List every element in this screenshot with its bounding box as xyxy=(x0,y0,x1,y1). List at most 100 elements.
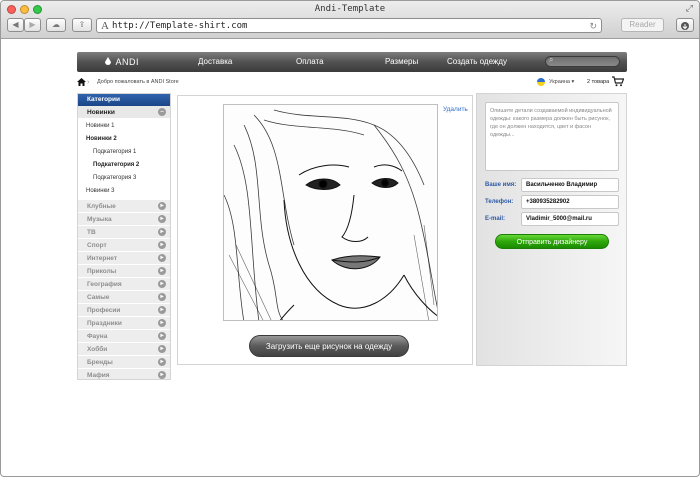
expand-icon[interactable]: ▸ xyxy=(158,319,166,327)
sidebar-item-label: Музыка xyxy=(87,216,112,223)
sidebar-category-item[interactable]: География ▸ xyxy=(78,278,170,291)
expand-icon[interactable]: ▸ xyxy=(158,267,166,275)
portrait-sketch-image xyxy=(224,105,437,320)
phone-label: Телефон: xyxy=(485,199,514,205)
sidebar-category-item[interactable]: Музыка ▸ xyxy=(78,213,170,226)
sidebar-category-item[interactable]: Праздники ▸ xyxy=(78,317,170,330)
send-to-designer-button[interactable]: Отправить дизайнеру xyxy=(495,234,609,249)
subcategory-item[interactable]: Подкатегория 2 xyxy=(78,159,170,172)
sidebar-item-label: Новинки xyxy=(87,109,115,116)
breadcrumb-separator: › xyxy=(87,79,90,86)
subcategory-item[interactable]: Подкатегория 1 xyxy=(78,146,170,159)
sidebar-category-item[interactable]: Самые ▸ xyxy=(78,291,170,304)
expand-icon[interactable]: ▸ xyxy=(158,293,166,301)
search-icon: ⌕ xyxy=(549,55,554,64)
sidebar-category-item[interactable]: Мафия ▸ xyxy=(78,369,170,382)
url-text: http://Template-shirt.com xyxy=(112,21,248,31)
subcategory-list: Новинки 1 Новинки 2 Подкатегория 1 Подкатег… xyxy=(78,119,170,200)
reader-button[interactable]: Reader xyxy=(621,18,664,32)
share-icon[interactable]: ⇪ xyxy=(72,18,92,32)
nav-delivery[interactable]: Доставка xyxy=(198,52,232,72)
email-label: E-mail: xyxy=(485,216,506,222)
order-form: Опишите детали создаваемой индивидуально… xyxy=(476,93,627,366)
flag-icon xyxy=(537,78,545,86)
cart-count[interactable]: 2 товара xyxy=(587,79,609,85)
home-icon[interactable] xyxy=(77,78,86,86)
nav-sizes[interactable]: Размеры xyxy=(385,52,418,72)
window-title: Andi-Template xyxy=(314,4,386,14)
design-canvas: Загрузить еще рисунок на одежду Удалить xyxy=(177,95,473,365)
reload-icon[interactable]: ↻ xyxy=(589,19,597,33)
country-select[interactable]: Украина ▾ xyxy=(549,79,574,85)
browser-window: Andi-Template ⤢ ◀ ▶ ☁ ⇪ A http://Templat… xyxy=(0,0,700,477)
cart-icon[interactable] xyxy=(612,76,624,87)
expand-icon[interactable]: ▸ xyxy=(158,228,166,236)
sidebar-item-label: ТВ xyxy=(87,229,96,236)
country-label: Украина xyxy=(549,79,570,85)
expand-icon[interactable]: ▸ xyxy=(158,241,166,249)
sidebar-item-new[interactable]: Новинки – xyxy=(78,106,170,119)
subcategory-item[interactable]: Новинки 1 xyxy=(78,120,170,133)
sidebar-category-item[interactable]: ТВ ▸ xyxy=(78,226,170,239)
phone-field[interactable]: +380935282902 xyxy=(521,195,619,209)
delete-image-link[interactable]: Удалить xyxy=(443,106,468,113)
sidebar-item-label: Фауна xyxy=(87,333,108,340)
forward-icon[interactable]: ▶ xyxy=(24,18,41,32)
expand-icon[interactable]: ▸ xyxy=(158,358,166,366)
sidebar-item-label: Праздники xyxy=(87,320,122,327)
expand-icon[interactable]: ▸ xyxy=(158,254,166,262)
fullscreen-icon[interactable]: ⤢ xyxy=(686,3,693,14)
expand-icon[interactable]: ▸ xyxy=(158,371,166,379)
subcategory-item[interactable]: Новинки 3 xyxy=(78,185,170,198)
sidebar-category-item[interactable]: Бренды ▸ xyxy=(78,356,170,369)
logo-text: ANDI xyxy=(115,57,140,67)
expand-icon[interactable]: ▸ xyxy=(158,345,166,353)
expand-icon[interactable]: ▸ xyxy=(158,280,166,288)
search-input[interactable]: ⌕ xyxy=(545,55,620,67)
sidebar-header: Категории xyxy=(78,94,170,106)
details-textarea[interactable]: Опишите детали создаваемой индивидуально… xyxy=(485,102,619,171)
sidebar-item-label: Професии xyxy=(87,307,121,314)
name-field[interactable]: Васильченко Владимир xyxy=(521,178,619,192)
upload-more-button[interactable]: Загрузить еще рисунок на одежду xyxy=(249,335,409,357)
breadcrumb-bar: › Добро пожаловать в ANDI Store Украина … xyxy=(77,76,627,89)
top-navigation: ANDI Доставка Оплата Размеры Создать оде… xyxy=(77,52,627,72)
sidebar-item-label: Приколы xyxy=(87,268,117,275)
cloud-icon[interactable]: ☁ xyxy=(46,18,66,32)
expand-icon[interactable]: ▸ xyxy=(158,215,166,223)
back-icon[interactable]: ◀ xyxy=(7,18,24,32)
site-logo[interactable]: ANDI xyxy=(103,52,139,72)
sidebar-category-item[interactable]: Клубные ▸ xyxy=(78,200,170,213)
sidebar-category-item[interactable]: Фауна ▸ xyxy=(78,330,170,343)
title-bar: Andi-Template ⤢ ◀ ▶ ☁ ⇪ A http://Templat… xyxy=(1,1,699,39)
address-bar[interactable]: A http://Template-shirt.com ↻ xyxy=(96,18,602,33)
main-panel: Категории Новинки – Новинки 1 Новинки 2 По… xyxy=(77,93,628,382)
download-icon[interactable] xyxy=(676,18,694,32)
sidebar-category-item[interactable]: Спорт ▸ xyxy=(78,239,170,252)
sidebar-category-item[interactable]: Професии ▸ xyxy=(78,304,170,317)
subcategory-item[interactable]: Подкатегория 3 xyxy=(78,172,170,185)
email-field[interactable]: Vladimir_5000@mail.ru xyxy=(521,212,619,226)
chevron-down-icon: ▾ xyxy=(571,79,575,85)
sidebar-item-label: Интернет xyxy=(87,255,118,262)
nav-create-clothes[interactable]: Создать одежду xyxy=(447,52,507,72)
sidebar-category-item[interactable]: Приколы ▸ xyxy=(78,265,170,278)
welcome-text: Добро пожаловать в ANDI Store xyxy=(97,79,179,85)
sidebar-category-item[interactable]: Интернет ▸ xyxy=(78,252,170,265)
category-list: Клубные ▸ Музыка ▸ ТВ ▸ Спорт ▸ Интернет ▸ Приколы… xyxy=(78,200,170,382)
sidebar-item-label: Бренды xyxy=(87,359,113,366)
sidebar-category-item[interactable]: Хобби ▸ xyxy=(78,343,170,356)
expand-icon[interactable]: ▸ xyxy=(158,202,166,210)
collapse-icon[interactable]: – xyxy=(158,108,166,116)
subcategory-item[interactable]: Новинки 2 xyxy=(78,133,170,146)
sidebar-item-label: Самые xyxy=(87,294,110,301)
logo-mark-icon xyxy=(105,57,111,65)
expand-icon[interactable]: ▸ xyxy=(158,332,166,340)
uploaded-design-image[interactable] xyxy=(223,104,438,321)
name-label: Ваше имя: xyxy=(485,182,517,188)
sidebar-item-label: Клубные xyxy=(87,203,116,210)
reader-a-icon: A xyxy=(101,20,109,32)
expand-icon[interactable]: ▸ xyxy=(158,306,166,314)
sidebar-item-label: География xyxy=(87,281,122,288)
nav-payment[interactable]: Оплата xyxy=(296,52,324,72)
